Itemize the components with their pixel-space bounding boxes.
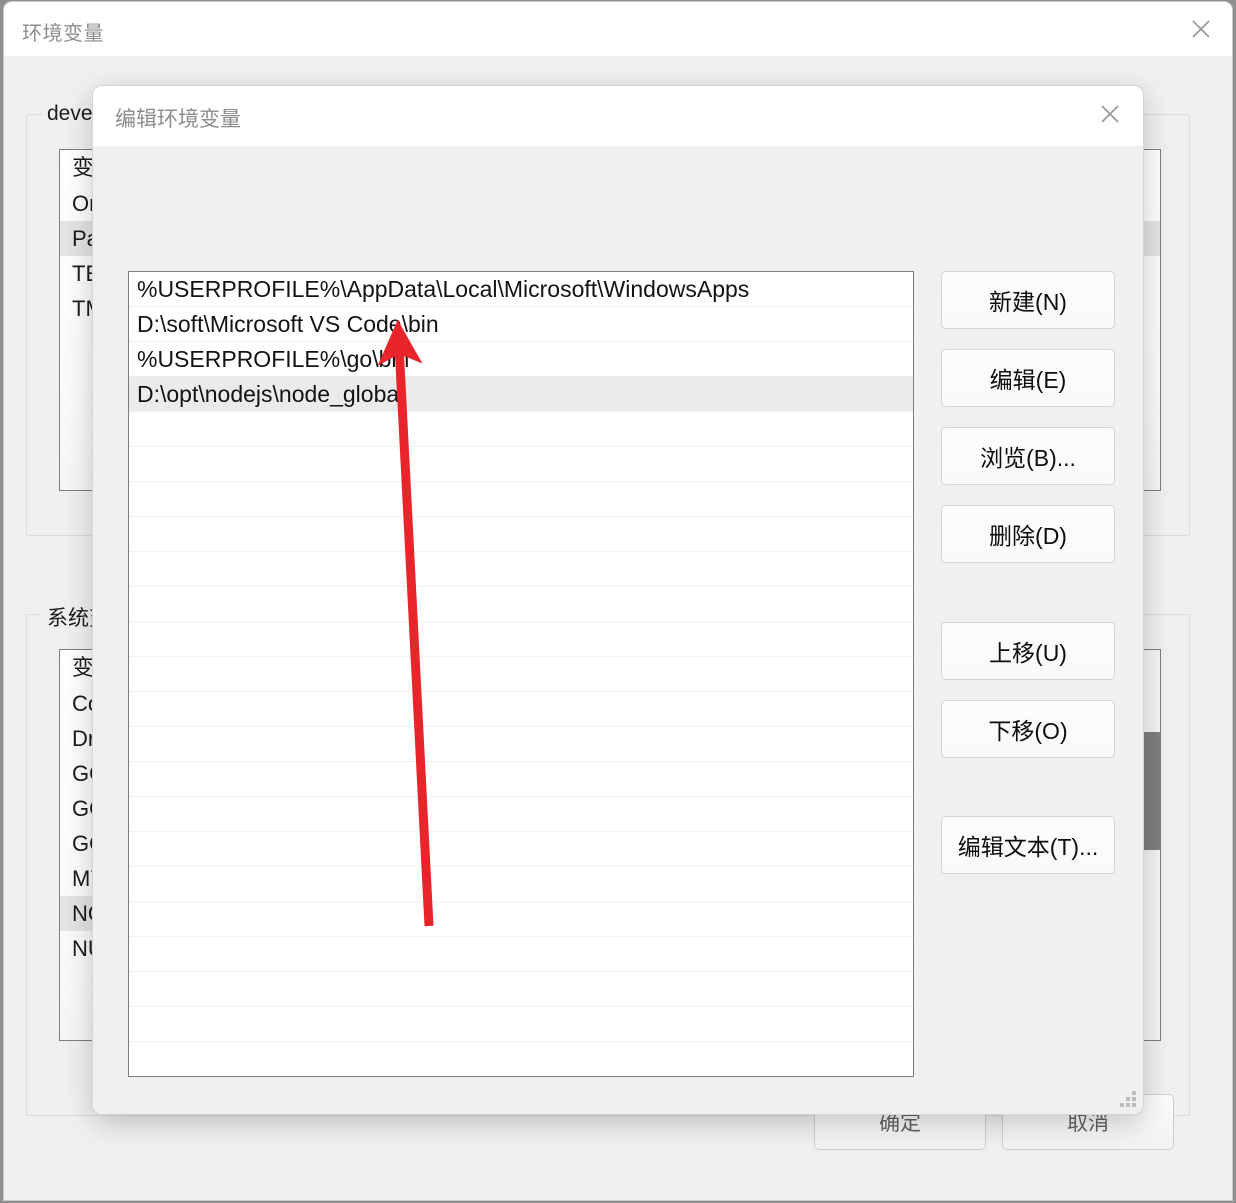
path-empty-row[interactable] bbox=[129, 1007, 913, 1042]
path-empty-row[interactable] bbox=[129, 657, 913, 692]
move-down-button-label: 下移(O) bbox=[988, 718, 1068, 744]
move-up-button[interactable]: 上移(U) bbox=[941, 622, 1115, 680]
dialog-body: %USERPROFILE%\AppData\Local\Microsoft\Wi… bbox=[93, 146, 1143, 1114]
path-empty-row[interactable] bbox=[129, 937, 913, 972]
move-up-button-label: 上移(U) bbox=[989, 640, 1067, 666]
resize-grip-icon[interactable] bbox=[1118, 1089, 1136, 1107]
move-down-button[interactable]: 下移(O) bbox=[941, 700, 1115, 758]
path-entry-row[interactable]: %USERPROFILE%\go\bin bbox=[129, 342, 913, 377]
new-button[interactable]: 新建(N) bbox=[941, 271, 1115, 329]
path-empty-row[interactable] bbox=[129, 552, 913, 587]
dialog-title: 编辑环境变量 bbox=[115, 108, 241, 131]
path-empty-row[interactable] bbox=[129, 797, 913, 832]
browse-button-label: 浏览(B)... bbox=[980, 445, 1076, 471]
path-entry-row[interactable]: %USERPROFILE%\AppData\Local\Microsoft\Wi… bbox=[129, 272, 913, 307]
close-icon bbox=[1098, 102, 1122, 131]
path-empty-row[interactable] bbox=[129, 972, 913, 1007]
path-entry-row-selected[interactable]: D:\opt\nodejs\node_global bbox=[129, 377, 913, 412]
path-entries-list[interactable]: %USERPROFILE%\AppData\Local\Microsoft\Wi… bbox=[128, 271, 914, 1077]
window-titlebar: 环境变量 bbox=[4, 2, 1232, 56]
new-button-label: 新建(N) bbox=[989, 289, 1067, 315]
path-empty-row[interactable] bbox=[129, 622, 913, 657]
path-empty-row[interactable] bbox=[129, 762, 913, 797]
edit-text-button[interactable]: 编辑文本(T)... bbox=[941, 816, 1115, 874]
path-empty-row[interactable] bbox=[129, 727, 913, 762]
edit-button[interactable]: 编辑(E) bbox=[941, 349, 1115, 407]
path-empty-row[interactable] bbox=[129, 1042, 913, 1076]
dialog-close-button[interactable] bbox=[1077, 86, 1143, 146]
path-entry-row[interactable]: D:\soft\Microsoft VS Code\bin bbox=[129, 307, 913, 342]
path-empty-rows bbox=[129, 412, 913, 1076]
path-empty-row[interactable] bbox=[129, 482, 913, 517]
window-close-button[interactable] bbox=[1170, 2, 1232, 56]
user-variables-group-title: deve bbox=[41, 102, 99, 126]
path-empty-row[interactable] bbox=[129, 832, 913, 867]
close-icon bbox=[1190, 18, 1212, 40]
path-empty-row[interactable] bbox=[129, 587, 913, 622]
path-empty-row[interactable] bbox=[129, 902, 913, 937]
browse-button[interactable]: 浏览(B)... bbox=[941, 427, 1115, 485]
path-empty-row[interactable] bbox=[129, 447, 913, 482]
delete-button[interactable]: 删除(D) bbox=[941, 505, 1115, 563]
path-empty-row[interactable] bbox=[129, 867, 913, 902]
edit-text-button-label: 编辑文本(T)... bbox=[957, 834, 1099, 860]
path-empty-row[interactable] bbox=[129, 692, 913, 727]
edit-button-label: 编辑(E) bbox=[989, 367, 1067, 393]
window-title: 环境变量 bbox=[22, 23, 104, 45]
dialog-titlebar: 编辑环境变量 bbox=[93, 86, 1143, 146]
system-list-scrollbar[interactable] bbox=[1142, 650, 1160, 1040]
edit-environment-variable-dialog: 编辑环境变量 %USERPROFILE%\AppData\Local\Micro… bbox=[93, 86, 1143, 1114]
path-empty-row[interactable] bbox=[129, 517, 913, 552]
system-list-scrollbar-thumb[interactable] bbox=[1142, 732, 1160, 850]
path-empty-row[interactable] bbox=[129, 412, 913, 447]
delete-button-label: 删除(D) bbox=[989, 523, 1067, 549]
